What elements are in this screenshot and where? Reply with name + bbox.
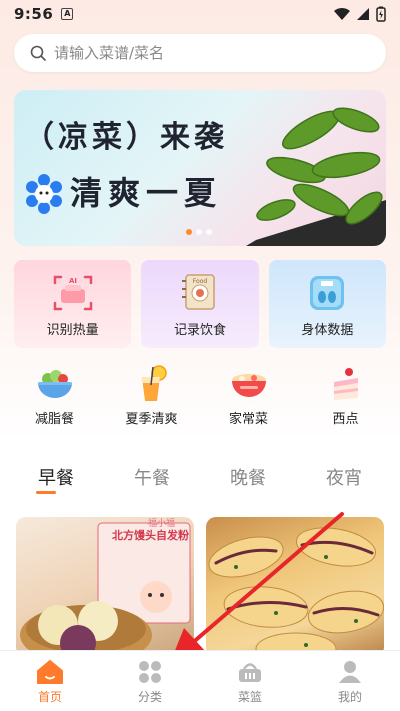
category-label: 西点	[332, 412, 359, 427]
recipe-card[interactable]: 北方馒头自发粉 福小福	[16, 517, 194, 657]
scale-icon	[310, 276, 345, 310]
tabbar-home[interactable]: 首页	[10, 658, 90, 705]
edamame-image	[246, 107, 386, 246]
status-bar: 9:56 A	[0, 0, 400, 28]
feature-body-data[interactable]: 身体数据	[268, 260, 386, 348]
search-input[interactable]	[54, 44, 354, 62]
status-time: 9:56	[14, 5, 54, 23]
search-icon	[30, 45, 46, 61]
category-summer-fresh[interactable]: 夏季清爽	[107, 364, 197, 434]
category-label: 减脂餐	[34, 412, 74, 427]
salad-bowl-icon	[37, 370, 72, 398]
banner-subtitle: 清爽一夏	[70, 174, 223, 212]
pagination-dot[interactable]	[186, 229, 192, 235]
package-label: 北方馒头自发粉	[112, 529, 189, 542]
tabbar-basket[interactable]: 菜篮	[210, 658, 290, 705]
flower-icon	[26, 174, 62, 214]
tabbar-profile[interactable]: 我的	[310, 658, 390, 705]
noodle-bowl-icon	[231, 374, 266, 397]
tabbar-label: 首页	[37, 689, 62, 704]
search-bar[interactable]	[14, 34, 386, 72]
tab-late-night[interactable]: 夜宵	[304, 464, 384, 500]
battery-icon	[376, 6, 386, 22]
juice-icon	[141, 365, 167, 401]
tab-dinner[interactable]: 晚餐	[208, 464, 288, 500]
category-row: 减脂餐 夏季清爽 家常菜 西点	[0, 364, 400, 434]
promo-banner[interactable]: （凉菜）来袭 清爽一夏	[14, 90, 386, 246]
tab-breakfast[interactable]: 早餐	[16, 464, 96, 500]
grid-icon	[139, 660, 161, 683]
meal-tabs: 早餐 午餐 晚餐 夜宵	[0, 464, 400, 500]
category-label: 夏季清爽	[125, 412, 178, 427]
status-indicators	[334, 6, 386, 22]
cake-icon	[333, 368, 358, 400]
category-label: 家常菜	[228, 412, 268, 427]
feature-calorie-recognition[interactable]: AI 识别热量	[14, 260, 132, 348]
tab-lunch[interactable]: 午餐	[112, 464, 192, 500]
package-brand: 福小福	[148, 519, 176, 529]
tabbar-category[interactable]: 分类	[110, 658, 190, 705]
ai-scan-icon: AI	[53, 275, 92, 311]
feature-label: 记录饮食	[173, 323, 226, 338]
svg-text:Food: Food	[193, 278, 208, 285]
signal-icon	[357, 8, 369, 20]
category-fat-loss[interactable]: 减脂餐	[10, 364, 100, 434]
bottom-tabbar: 首页 分类 菜篮 我的	[0, 650, 400, 711]
feature-diet-record[interactable]: Food 记录饮食	[141, 260, 259, 348]
wifi-icon	[334, 7, 350, 21]
recipe-card[interactable]	[206, 517, 384, 657]
tabbar-label: 菜篮	[237, 689, 262, 704]
feature-label: 身体数据	[301, 323, 354, 338]
banner-pagination	[186, 229, 212, 235]
notification-icon: A	[61, 8, 74, 20]
tabbar-label: 分类	[137, 689, 162, 704]
bread-rolls-image	[208, 527, 384, 657]
food-notebook-icon: Food	[181, 274, 215, 310]
pagination-dot[interactable]	[196, 229, 202, 235]
category-home-cooking[interactable]: 家常菜	[204, 364, 294, 434]
pagination-dot[interactable]	[206, 229, 212, 235]
feature-row: AI 识别热量 Food 记录饮食 身体数据	[14, 260, 386, 348]
home-icon	[37, 659, 63, 684]
category-pastry[interactable]: 西点	[301, 364, 391, 434]
user-icon	[339, 660, 361, 683]
svg-text:AI: AI	[69, 277, 77, 285]
basket-icon	[239, 662, 261, 682]
banner-title: （凉菜）来袭	[24, 120, 228, 155]
tabbar-label: 我的	[337, 689, 362, 704]
feature-label: 识别热量	[46, 323, 99, 338]
